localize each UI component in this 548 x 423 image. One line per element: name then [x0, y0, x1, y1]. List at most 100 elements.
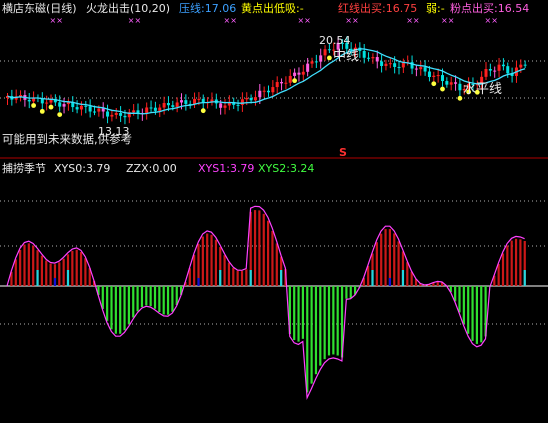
candle-body: [415, 69, 418, 70]
candle-body: [58, 102, 61, 106]
candle-body: [437, 75, 440, 76]
candle-body: [454, 82, 457, 84]
stock-chart-window[interactable]: ×××××××××××××××× 横店东磁(日线)火龙出击(10,20)压线:1…: [0, 0, 548, 419]
candle-body: [284, 83, 287, 84]
candle-body: [376, 57, 379, 61]
top-signal-marker: ××: [441, 16, 454, 25]
oscillator-bar-negative: [345, 286, 347, 299]
candle-body: [237, 105, 240, 106]
candle-body: [389, 63, 392, 64]
oscillator-bar-positive: [224, 255, 226, 286]
candle-body: [506, 66, 509, 73]
indicator-panel[interactable]: [0, 201, 548, 398]
oscillator-bar-negative: [302, 286, 304, 339]
top-signal-marker: ××: [297, 16, 310, 25]
candle-body: [424, 67, 427, 71]
candle-body: [145, 107, 148, 112]
price-header-item-0: 横店东磁(日线): [2, 2, 77, 15]
candle-body: [28, 100, 31, 102]
candle-body: [158, 108, 161, 111]
candle-body: [371, 57, 374, 58]
candle-body: [193, 99, 196, 104]
oscillator-bar-negative: [123, 286, 125, 330]
oscillator-bar-negative: [141, 286, 143, 307]
oscillator-bar-positive: [276, 243, 278, 286]
price-panel[interactable]: ××××××××××××××××: [0, 16, 548, 124]
oscillator-bar-negative: [467, 286, 469, 334]
oscillator-bar-positive: [193, 255, 195, 286]
oscillator-bar-positive: [389, 229, 391, 286]
oscillator-bar-positive: [63, 259, 65, 286]
candle-body: [245, 98, 248, 99]
oscillator-bar-positive: [202, 237, 204, 286]
oscillator-bar-negative: [315, 286, 317, 374]
oscillator-bar-positive: [367, 266, 369, 286]
oscillator-bar-positive: [519, 239, 521, 286]
horizontal-line-label: 水平线: [463, 83, 502, 96]
candle-body: [445, 81, 448, 85]
oscillator-bar-negative: [154, 286, 156, 309]
candle-body: [224, 105, 227, 107]
chart-canvas[interactable]: ××××××××××××××××: [0, 0, 548, 419]
candle-body: [315, 61, 318, 62]
candle-body: [271, 87, 274, 92]
candle-body: [184, 100, 187, 104]
high-price-label: 20.54: [319, 34, 351, 47]
candle-body: [110, 115, 113, 117]
oscillator-bar-negative: [150, 286, 152, 306]
candle-body: [176, 102, 179, 106]
oscillator-bar-positive: [80, 252, 82, 286]
price-header-item-1: 火龙出击(10,20): [86, 2, 170, 15]
indicator-header-item-2: ZZX:0.00: [126, 162, 177, 175]
oscillator-bar-positive: [84, 258, 86, 286]
top-signal-marker: ××: [128, 16, 141, 25]
oscillator-bar-negative: [306, 286, 308, 392]
mid-line-label: 中线: [333, 50, 359, 63]
candle-body: [302, 72, 305, 75]
oscillator-bar-negative: [463, 286, 465, 324]
oscillator-bar-positive: [376, 242, 378, 286]
candle-body: [106, 112, 109, 117]
candle-body: [328, 49, 331, 50]
oscillator-bar-positive: [245, 269, 247, 286]
oscillator-bar-negative: [337, 286, 339, 356]
candle-body: [419, 67, 422, 69]
oscillator-bar-positive: [241, 271, 243, 286]
oscillator-bar-positive: [393, 233, 395, 286]
top-signal-marker: ××: [345, 16, 358, 25]
oscillator-bar-positive: [15, 259, 17, 286]
oscillator-bar-negative: [132, 286, 134, 318]
low-buy-dot: [49, 105, 54, 110]
candle-body: [276, 82, 279, 87]
oscillator-bar-cyan: [371, 270, 373, 286]
candle-body: [167, 103, 170, 105]
candle-body: [115, 113, 118, 115]
oscillator-bar-negative: [171, 286, 173, 312]
candle-body: [63, 104, 66, 107]
candle-body: [289, 76, 292, 83]
low-buy-dot: [201, 108, 206, 113]
oscillator-bar-negative: [158, 286, 160, 312]
candle-body: [502, 65, 505, 67]
oscillator-bar-negative: [145, 286, 147, 305]
candle-body: [93, 112, 96, 113]
low-buy-dot: [31, 103, 36, 108]
candle-body: [393, 63, 396, 67]
oscillator-bar-negative: [324, 286, 326, 359]
indicator-header-item-1: XYS0:3.79: [54, 162, 110, 175]
oscillator-bar-cyan: [67, 270, 69, 286]
oscillator-bar-blue: [197, 278, 199, 286]
oscillator-bar-positive: [506, 245, 508, 286]
top-signal-marker: ××: [224, 16, 237, 25]
candle-body: [76, 107, 79, 109]
oscillator-bar-positive: [206, 233, 208, 286]
candle-body: [432, 76, 435, 77]
oscillator-bar-positive: [23, 245, 25, 286]
candle-body: [89, 106, 92, 111]
indicator-header-item-4: XYS2:3.24: [258, 162, 314, 175]
oscillator-bar-positive: [76, 250, 78, 286]
candle-body: [311, 61, 314, 63]
oscillator-bar-negative: [102, 286, 104, 309]
oscillator-bar-positive: [232, 268, 234, 286]
price-header-item-5: 弱:-: [426, 2, 445, 15]
